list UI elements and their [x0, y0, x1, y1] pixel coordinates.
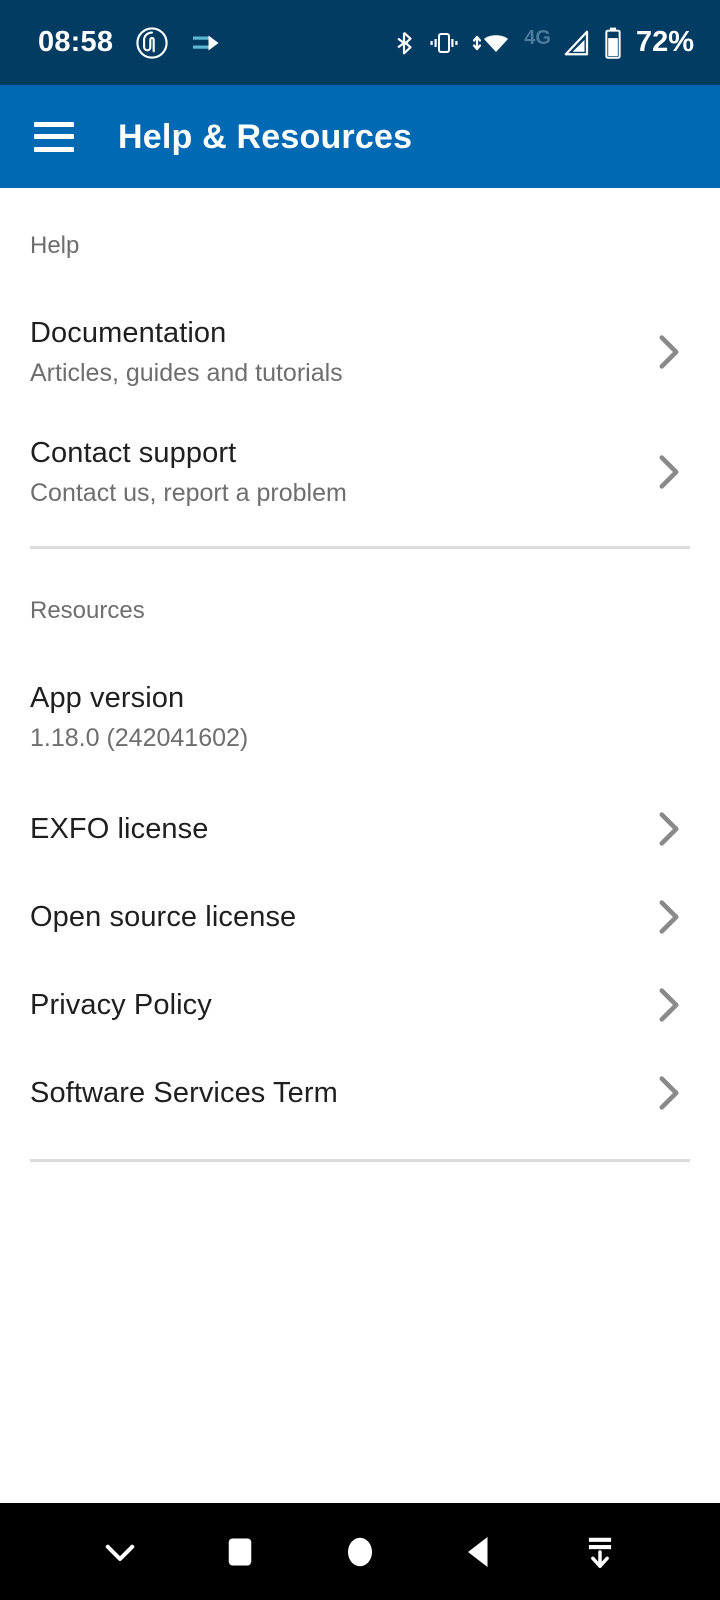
list-item-subtitle: Articles, guides and tutorials	[30, 358, 343, 387]
chevron-down-icon[interactable]	[84, 1516, 156, 1588]
status-bar-clock: 08:58	[38, 26, 114, 58]
chevron-right-icon	[659, 812, 679, 846]
exfo-logo-icon	[193, 35, 219, 50]
settings-list: Help Documentation Articles, guides and …	[0, 188, 720, 1503]
app-version-value: 1.18.0 (242041602)	[30, 723, 249, 752]
chevron-right-icon	[659, 335, 679, 369]
list-item-exfo-license[interactable]: EXFO license	[0, 799, 720, 859]
list-bottom-divider	[30, 1159, 690, 1162]
list-item-title: Privacy Policy	[30, 988, 212, 1021]
list-item-documentation[interactable]: Documentation Articles, guides and tutor…	[0, 306, 720, 398]
battery-percent-label: 72%	[635, 26, 694, 58]
home-circle-icon[interactable]	[324, 1516, 396, 1588]
status-bar-right: 4G 72%	[391, 27, 694, 59]
list-item-open-source-license[interactable]: Open source license	[0, 887, 720, 947]
chevron-right-icon	[659, 988, 679, 1022]
back-triangle-icon[interactable]	[444, 1516, 516, 1588]
list-item-privacy-policy[interactable]: Privacy Policy	[0, 975, 720, 1035]
list-item-title: Open source license	[30, 900, 297, 933]
fingerprint-icon	[136, 26, 168, 59]
page-title: Help & Resources	[118, 117, 413, 156]
list-item-title: Software Services Term	[30, 1076, 338, 1109]
status-bar-left: 08:58	[38, 26, 221, 60]
chevron-right-icon	[659, 1076, 679, 1110]
cellular-signal-icon	[564, 30, 589, 55]
list-item-subtitle: Contact us, report a problem	[30, 478, 347, 507]
wifi-icon	[473, 34, 509, 52]
hide-keyboard-icon[interactable]	[564, 1516, 636, 1588]
status-bar: 08:58 4G 72%	[0, 0, 720, 85]
chevron-right-icon	[659, 455, 679, 489]
recents-square-icon[interactable]	[204, 1516, 276, 1588]
chevron-right-icon	[659, 900, 679, 934]
section-header-resources: Resources	[30, 597, 145, 624]
list-item-title: App version	[30, 681, 185, 714]
network-type-label: 4G	[524, 26, 551, 49]
vibrate-icon	[430, 32, 458, 53]
list-item-contact-support[interactable]: Contact support Contact us, report a pro…	[0, 426, 720, 518]
system-navigation-bar	[0, 1503, 720, 1600]
list-item-app-version: App version 1.18.0 (242041602)	[0, 671, 720, 763]
list-item-software-services-term[interactable]: Software Services Term	[0, 1063, 720, 1123]
list-item-title: Documentation	[30, 316, 227, 349]
list-item-title: EXFO license	[30, 812, 209, 845]
list-item-title: Contact support	[30, 436, 237, 469]
app-bar: Help & Resources	[0, 85, 720, 188]
battery-icon	[605, 27, 621, 59]
hamburger-menu-icon[interactable]	[34, 121, 74, 152]
section-header-help: Help	[30, 232, 80, 259]
phone-screen: 08:58 4G 72% Help & Resources Help Docum…	[0, 0, 720, 1600]
bluetooth-icon	[397, 31, 412, 54]
